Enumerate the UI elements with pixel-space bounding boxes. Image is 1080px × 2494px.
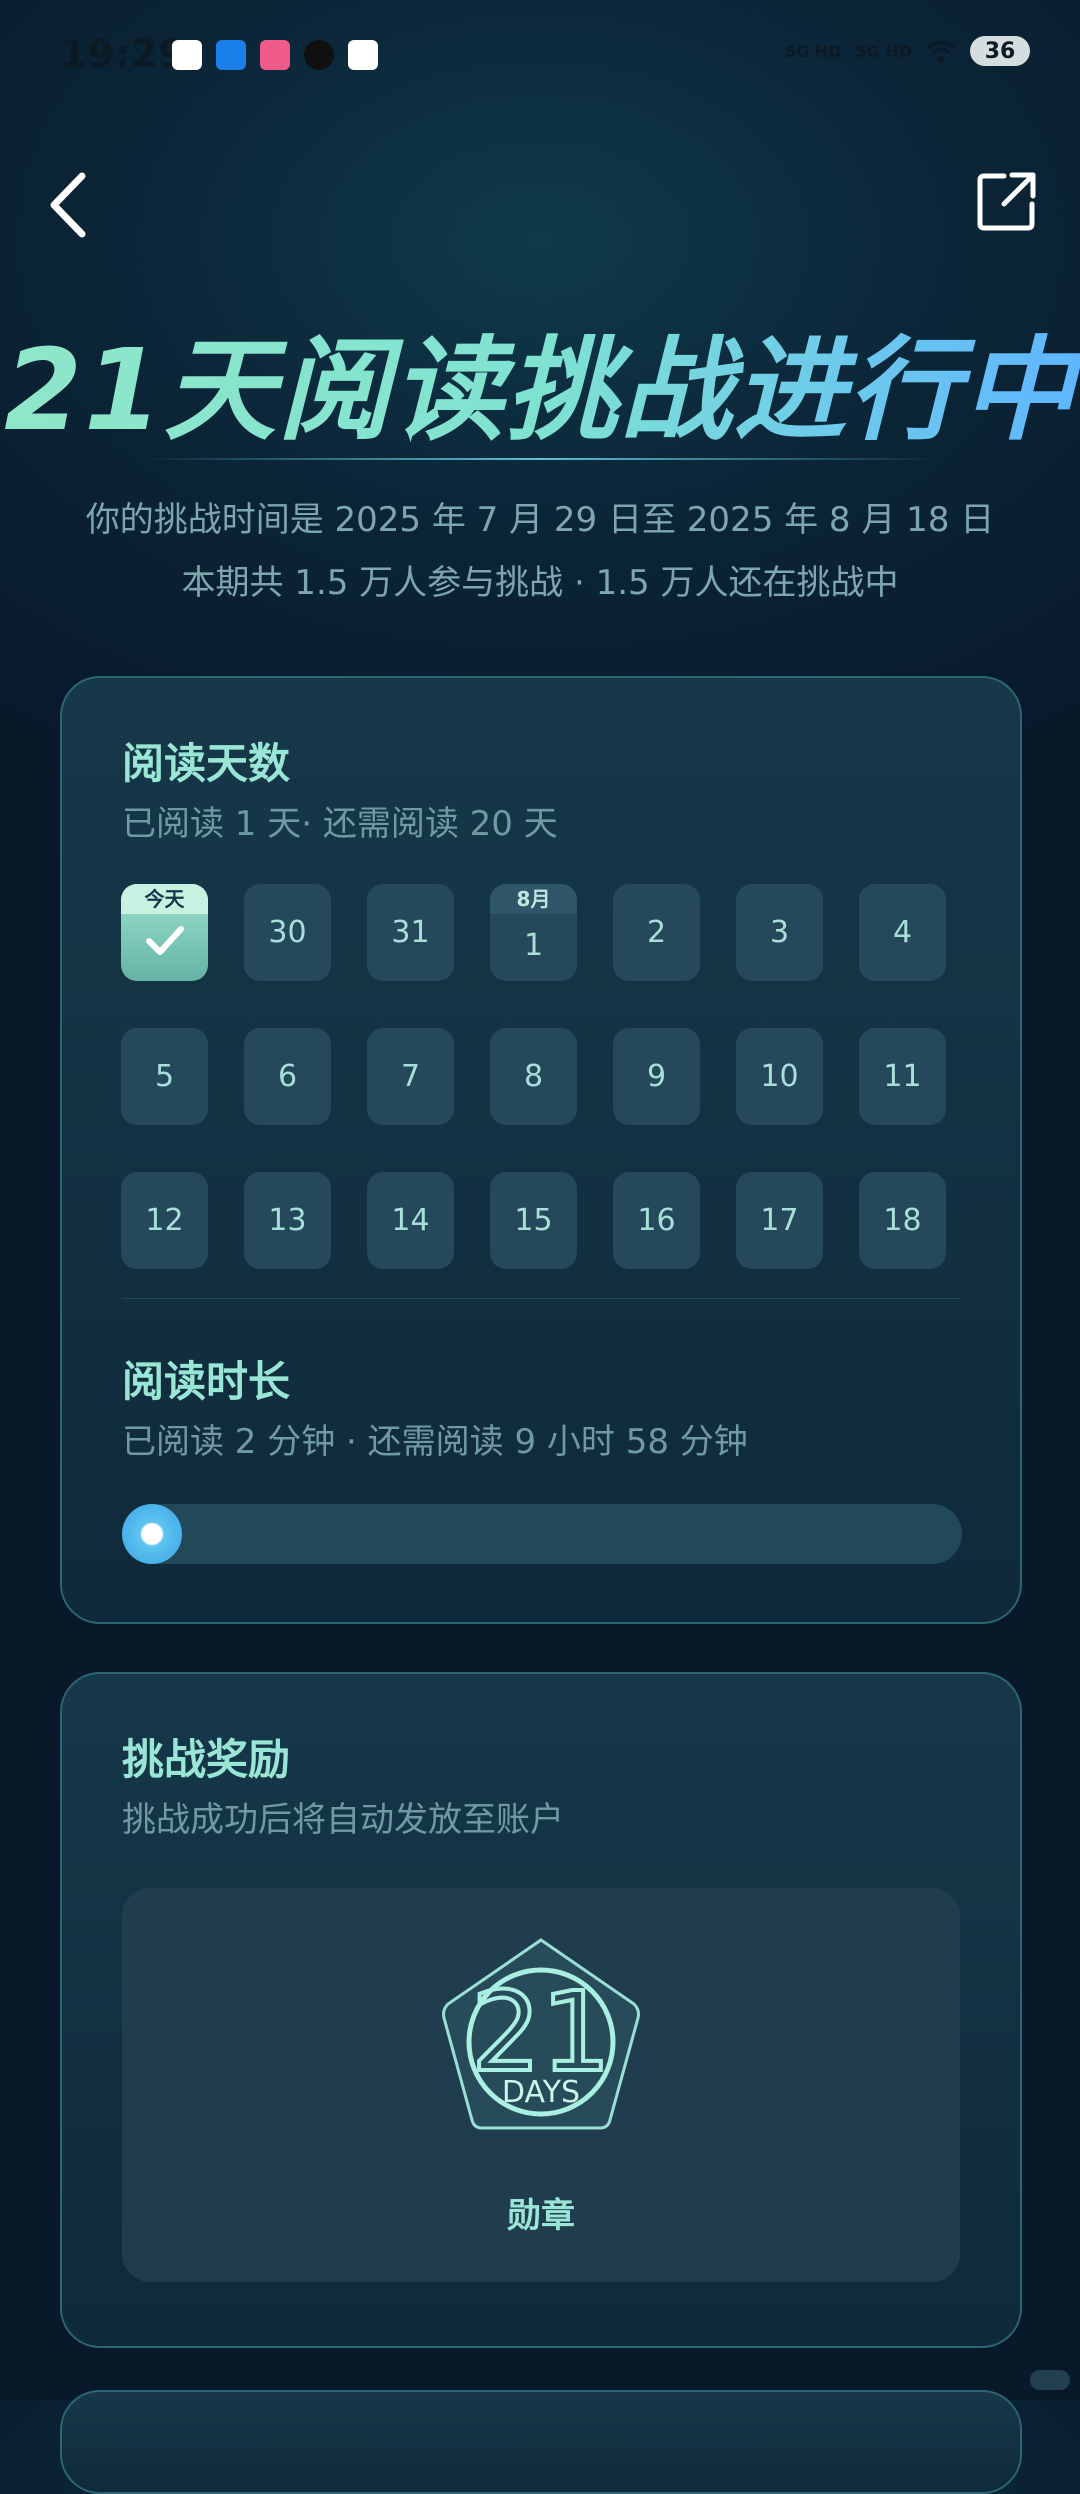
battery-icon: 36: [970, 36, 1030, 66]
app-icon-5: [348, 40, 378, 70]
wifi-icon: [927, 41, 955, 62]
title-divider: [140, 458, 940, 460]
day-cell[interactable]: 8: [490, 1028, 577, 1125]
reward-title: 挑战奖励: [122, 1735, 291, 1784]
section-divider: [122, 1298, 960, 1299]
reading-time-subtitle: 已阅读 2 分钟 · 还需阅读 9 小时 58 分钟: [122, 1422, 748, 1462]
reading-progress-card: 阅读天数 已阅读 1 天· 还需阅读 20 天 今天 30 31 8月 1 2 …: [60, 676, 1022, 1624]
day-cell-month-start[interactable]: 8月 1: [490, 884, 577, 981]
day-cell[interactable]: 11: [859, 1028, 946, 1125]
status-time: 19:29: [60, 32, 186, 76]
day-cell[interactable]: 16: [613, 1172, 700, 1269]
challenge-title: 21天阅读挑战进行中: [0, 300, 1080, 462]
day-number: 1: [523, 928, 544, 963]
day-cell[interactable]: 18: [859, 1172, 946, 1269]
reward-card: 挑战奖励 挑战成功后将自动发放至账户 21 DAYS 勋章: [60, 1672, 1022, 2348]
day-calendar: 今天 30 31 8月 1 2 3 4 5 6 7 8 9 10 11 12 1…: [121, 884, 951, 1316]
calendar-row: 5 6 7 8 9 10 11: [121, 1028, 951, 1125]
status-bar: 19:29 5G HD 5G HD 36: [0, 0, 1080, 110]
app-icon-2: [216, 40, 246, 70]
reading-days-title: 阅读天数: [122, 739, 291, 788]
day-cell[interactable]: 31: [367, 884, 454, 981]
participant-count: 本期共 1.5 万人参与挑战 · 1.5 万人还在挑战中: [181, 563, 899, 603]
reading-time-title: 阅读时长: [122, 1357, 291, 1406]
day-cell[interactable]: 5: [121, 1028, 208, 1125]
progress-indicator: [122, 1504, 182, 1564]
calendar-row: 12 13 14 15 16 17 18: [121, 1172, 951, 1269]
badge-label: 勋章: [507, 2196, 575, 2236]
month-label: 8月: [490, 884, 577, 914]
share-button[interactable]: [976, 170, 1038, 232]
system-status: 5G HD 5G HD 36: [785, 36, 1030, 66]
reading-time-progress-bar: [122, 1504, 962, 1564]
today-label: 今天: [121, 884, 208, 914]
back-button[interactable]: [44, 170, 94, 240]
day-cell[interactable]: 15: [490, 1172, 577, 1269]
day-cell[interactable]: 6: [244, 1028, 331, 1125]
day-cell[interactable]: 7: [367, 1028, 454, 1125]
app-icon-3: [260, 40, 290, 70]
day-cell[interactable]: 13: [244, 1172, 331, 1269]
day-cell[interactable]: 12: [121, 1172, 208, 1269]
challenge-dates: 你的挑战时间是 2025 年 7 月 29 日至 2025 年 8 月 18 日: [85, 500, 995, 540]
day-cell[interactable]: 2: [613, 884, 700, 981]
check-icon: [145, 926, 184, 955]
calendar-row: 今天 30 31 8月 1 2 3 4: [121, 884, 951, 981]
day-cell[interactable]: 17: [736, 1172, 823, 1269]
day-cell[interactable]: 3: [736, 884, 823, 981]
day-cell[interactable]: 4: [859, 884, 946, 981]
day-cell[interactable]: 10: [736, 1028, 823, 1125]
day-today[interactable]: 今天: [121, 884, 208, 981]
day-cell[interactable]: 14: [367, 1172, 454, 1269]
chat-icon: [304, 40, 334, 70]
notification-icons: [172, 40, 378, 70]
next-card: [60, 2390, 1022, 2494]
badge-text: DAYS: [502, 2075, 580, 2110]
reward-subtitle: 挑战成功后将自动发放至账户: [122, 1800, 564, 1840]
signal-icon: 5G HD: [784, 41, 842, 61]
day-cell[interactable]: 9: [613, 1028, 700, 1125]
watermark: [1030, 2370, 1070, 2390]
app-icon-1: [172, 40, 202, 70]
badge-21-days-icon: 21 DAYS: [442, 1938, 640, 2130]
reading-days-subtitle: 已阅读 1 天· 还需阅读 20 天: [122, 804, 558, 844]
badge-reward-box[interactable]: 21 DAYS 勋章: [122, 1888, 960, 2282]
day-cell[interactable]: 30: [244, 884, 331, 981]
signal-icon-2: 5G HD: [855, 41, 912, 61]
